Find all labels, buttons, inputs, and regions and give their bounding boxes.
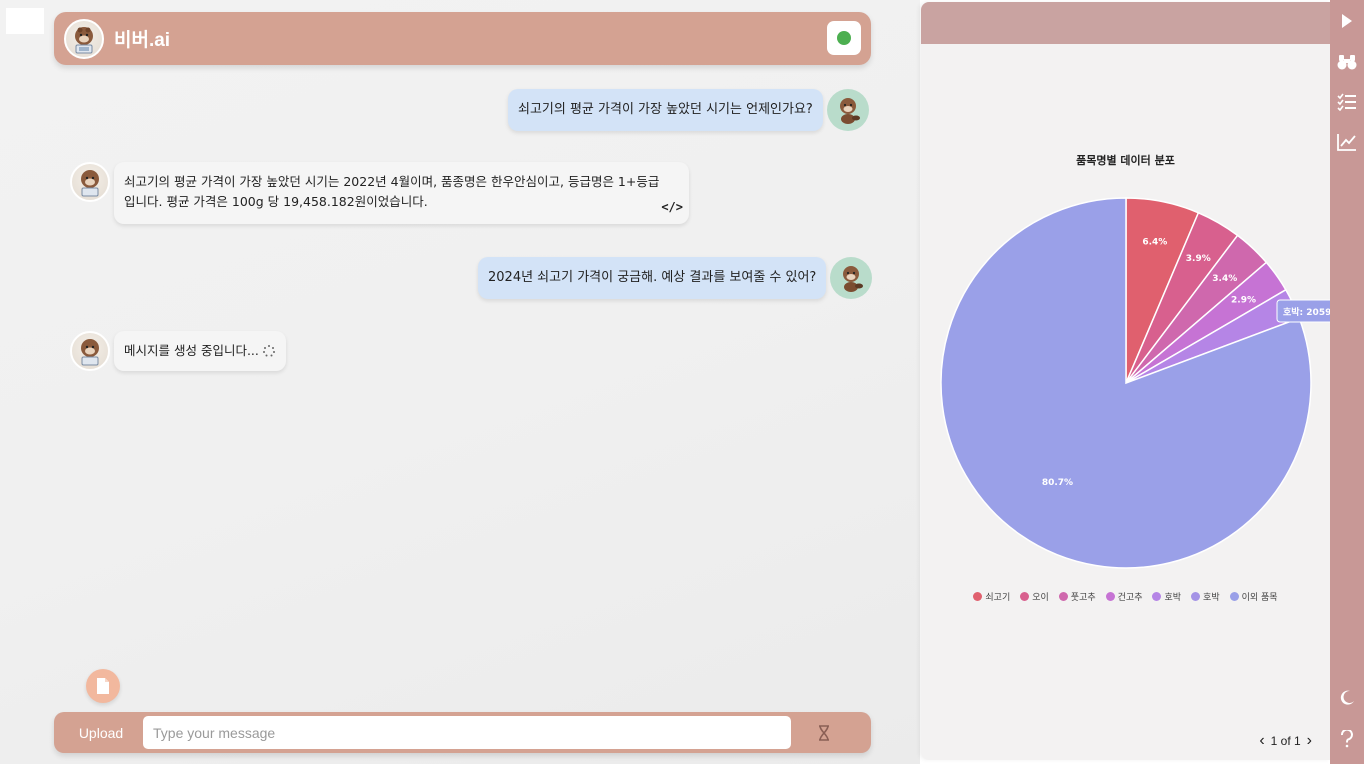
chart-tooltip-text: 호박: 2059 bbox=[1283, 306, 1330, 318]
right-sidebar bbox=[1330, 0, 1364, 764]
chart-panel: 품목명별 데이터 분포 6.4% 3.9% 3.4% 2.9% 80.7% 호박: 205… bbox=[921, 2, 1330, 760]
chat-header: 비버.ai bbox=[54, 12, 871, 65]
send-button[interactable] bbox=[811, 721, 837, 745]
legend-label: 쇠고기 bbox=[985, 593, 1011, 603]
code-view-icon[interactable]: </> bbox=[661, 196, 683, 218]
legend-swatch bbox=[1020, 592, 1030, 601]
slice-data-label: 2.9% bbox=[1231, 295, 1256, 305]
message-bubble: 메시지를 생성 중입니다... bbox=[114, 331, 286, 371]
bot-message: 쇠고기의 평균 가격이 가장 높았던 시기는 2022년 4월이며, 품종명은 … bbox=[70, 162, 689, 224]
chart-button[interactable] bbox=[1330, 125, 1364, 159]
user-avatar bbox=[830, 257, 873, 299]
checklist-icon bbox=[1337, 93, 1356, 111]
legend-item[interactable]: 이외 품목 bbox=[1229, 590, 1278, 603]
legend-label: 오이 bbox=[1032, 593, 1049, 603]
chart-pager: ‹ 1 of 1 › bbox=[1259, 732, 1312, 750]
next-page-icon[interactable]: › bbox=[1307, 732, 1312, 750]
legend-swatch bbox=[973, 592, 983, 601]
legend-item[interactable]: 쇠고기 bbox=[973, 590, 1010, 603]
user-message: 쇠고기의 평균 가격이 가장 높았던 시기는 언제인가요? bbox=[508, 89, 869, 131]
beaver-icon bbox=[81, 170, 99, 197]
slice-data-label: 3.9% bbox=[1186, 254, 1211, 264]
bot-avatar bbox=[70, 331, 110, 371]
checklist-button[interactable] bbox=[1330, 85, 1364, 119]
legend-swatch bbox=[1152, 592, 1162, 601]
beaver-icon bbox=[839, 98, 860, 124]
legend-swatch bbox=[1191, 592, 1201, 601]
online-status-icon bbox=[837, 31, 851, 45]
legend-swatch bbox=[1105, 592, 1115, 601]
legend-label: 호박 bbox=[1203, 593, 1220, 603]
binoculars-icon bbox=[1337, 55, 1357, 70]
file-icon bbox=[97, 678, 109, 694]
legend-label: 건고추 bbox=[1117, 593, 1143, 603]
beaver-icon bbox=[843, 266, 864, 292]
legend-swatch bbox=[1058, 592, 1068, 601]
message-bubble: 쇠고기의 평균 가격이 가장 높았던 시기는 2022년 4월이며, 품종명은 … bbox=[114, 162, 689, 224]
hourglass-icon bbox=[819, 725, 829, 741]
help-button[interactable] bbox=[1330, 722, 1364, 756]
beaver-icon bbox=[75, 26, 93, 53]
app-title: 비버.ai bbox=[114, 30, 171, 51]
play-button[interactable] bbox=[1330, 4, 1364, 38]
legend-item[interactable]: 호박 bbox=[1191, 590, 1220, 603]
user-message: 2024년 쇠고기 가격이 궁금해. 예상 결과를 보여줄 수 있어? bbox=[478, 257, 873, 299]
legend-item[interactable]: 풋고추 bbox=[1058, 590, 1096, 603]
legend-swatch bbox=[1229, 592, 1239, 601]
page-indicator: 1 of 1 bbox=[1270, 734, 1301, 748]
slice-data-label: 6.4% bbox=[1142, 238, 1167, 248]
pie-chart[interactable]: 6.4% 3.9%3.4% 2.9% 80.7% 호박: 2059 bbox=[921, 2, 1330, 602]
user-avatar bbox=[826, 89, 869, 131]
chat-area: 비버.ai 쇠고기의 평균 가격이 가장 높았던 시기는 언제인가요? 쇠고기의… bbox=[0, 0, 920, 764]
bot-avatar bbox=[70, 162, 110, 202]
loading-spinner-icon bbox=[262, 345, 275, 357]
typing-text: 메시지를 생성 중입니다... bbox=[124, 343, 259, 358]
message-bubble: 2024년 쇠고기 가격이 궁금해. 예상 결과를 보여줄 수 있어? bbox=[478, 257, 827, 299]
slice-data-label: 80.7% bbox=[1042, 478, 1073, 488]
prev-page-icon[interactable]: ‹ bbox=[1259, 732, 1264, 750]
message-input[interactable] bbox=[143, 716, 791, 749]
composer-bar: Upload bbox=[54, 712, 871, 753]
file-button[interactable] bbox=[86, 669, 120, 703]
moon-icon bbox=[1340, 690, 1354, 705]
beaver-icon bbox=[81, 339, 99, 366]
play-icon bbox=[1342, 14, 1352, 28]
legend-item[interactable]: 오이 bbox=[1020, 590, 1049, 603]
message-line: 쇠고기의 평균 가격이 가장 높았던 시기는 2022년 4월이며, 품종명은 … bbox=[124, 174, 660, 189]
chart-legend: 쇠고기 오이 풋고추 건고추 호박 호박 이외 품목 bbox=[921, 590, 1330, 603]
legend-label: 풋고추 bbox=[1070, 593, 1096, 603]
message-bubble: 쇠고기의 평균 가격이 가장 높았던 시기는 언제인가요? bbox=[508, 89, 823, 131]
line-chart-icon bbox=[1337, 134, 1356, 151]
legend-item[interactable]: 호박 bbox=[1152, 590, 1181, 603]
status-button[interactable] bbox=[827, 21, 861, 55]
explore-button[interactable] bbox=[1330, 45, 1364, 79]
bot-message: 메시지를 생성 중입니다... bbox=[70, 331, 286, 371]
legend-item[interactable]: 건고추 bbox=[1105, 590, 1143, 603]
upload-button[interactable]: Upload bbox=[68, 712, 134, 753]
app-avatar bbox=[64, 18, 104, 59]
message-line: 입니다. 평균 가격은 100g 당 19,458.182원이었습니다. bbox=[124, 194, 428, 209]
window-corner bbox=[6, 8, 44, 34]
legend-label: 호박 bbox=[1164, 593, 1182, 603]
slice-data-label: 3.4% bbox=[1212, 274, 1237, 284]
help-icon bbox=[1341, 730, 1353, 748]
legend-label: 이외 품목 bbox=[1241, 593, 1278, 603]
dark-mode-button[interactable] bbox=[1330, 681, 1364, 715]
